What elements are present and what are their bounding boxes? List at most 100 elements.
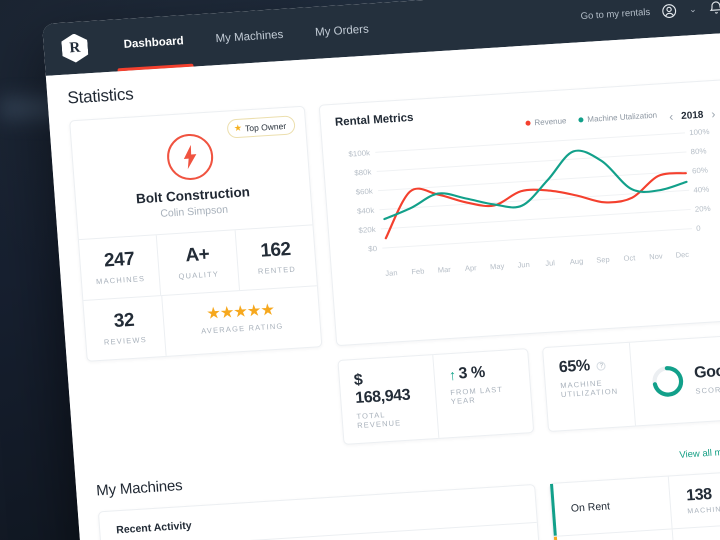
nav-tab-dashboard[interactable]: Dashboard	[106, 14, 202, 72]
x-axis-tick: Jan	[385, 268, 398, 278]
stat-quality-label: QUALITY	[178, 269, 220, 281]
app-logo[interactable]: R	[61, 33, 89, 64]
kpi-row-spacer	[88, 361, 330, 461]
legend-dot-utilization	[578, 117, 584, 123]
help-circle-icon[interactable]: ?	[596, 360, 607, 371]
stat-reviews: 32 REVIEWS	[83, 296, 165, 361]
app-stage: R Dashboard My Machines My Orders Go to …	[0, 0, 720, 540]
view-all-machines-link[interactable]: View all machines	[679, 445, 720, 463]
x-axis-tick: Oct	[623, 253, 636, 263]
series-line-revenue	[384, 172, 687, 240]
chart-y-axis-right: 0 20% 40% 60% 80% 100%	[689, 127, 712, 233]
next-year-button[interactable]: ›	[711, 107, 716, 121]
chart-y-axis-left: $0 $20k $40k $60k $80k $100k	[348, 148, 377, 253]
kpi-from-last-year-number: 3 %	[457, 363, 486, 383]
svg-text:$40k: $40k	[357, 206, 375, 216]
svg-text:20%: 20%	[695, 204, 712, 214]
my-machines-title: My Machines	[95, 477, 183, 500]
bell-icon[interactable]	[707, 0, 720, 17]
stat-rented-label: RENTED	[257, 264, 297, 276]
line-chart: $0 $20k $40k $60k $80k $100k 0 20% 40% 60% 80% 100…	[337, 123, 720, 271]
nav-tab-my-orders[interactable]: My Orders	[297, 3, 386, 60]
legend-label-revenue: Revenue	[534, 116, 567, 128]
top-cards-row: ★ Top Owner Bolt Construction Colin Simp…	[69, 79, 720, 362]
x-axis-tick: May	[489, 261, 505, 272]
x-axis-tick: Feb	[411, 266, 425, 277]
kpi-score-text: Good SCORE	[693, 362, 720, 395]
stat-rented-value: 162	[259, 238, 292, 262]
x-axis-tick: Sep	[595, 254, 610, 265]
chart-svg: $0 $20k $40k $60k $80k $100k 0 20% 40% 60% 80% 100…	[348, 127, 712, 253]
legend-label-utilization: Machine Utalization	[587, 110, 658, 124]
kpi-from-last-year: ↑ 3 % FROM LAST YEAR	[432, 349, 534, 438]
kpi-from-last-year-label: FROM LAST YEAR	[449, 384, 504, 407]
stat-machines: 247 MACHINES	[79, 235, 161, 300]
navbar-right-group: Go to my rentals ⌄	[580, 0, 720, 25]
kpi-total-revenue-value: $ 168,943	[353, 371, 411, 408]
svg-text:100%: 100%	[689, 127, 710, 137]
rental-metrics-card: Rental Metrics Revenue Machine Utalizati…	[318, 79, 720, 347]
svg-text:40%: 40%	[693, 185, 710, 195]
donut-gauge-icon	[652, 366, 683, 397]
stat-reviews-label: REVIEWS	[103, 335, 148, 347]
stat-quality-value: A+	[184, 243, 210, 267]
svg-text:0: 0	[696, 224, 701, 233]
kpi-score: Good SCORE	[628, 335, 720, 426]
stat-quality: A+ QUALITY	[156, 230, 239, 296]
top-owner-badge: ★ Top Owner	[226, 115, 296, 139]
svg-text:80%: 80%	[690, 147, 707, 157]
x-axis-tick: Dec	[675, 249, 690, 260]
kpi-machine-utilization-number: 65%	[558, 357, 591, 377]
app-window: R Dashboard My Machines My Orders Go to …	[42, 0, 720, 540]
machine-status-card: On Rent 138 MACHINES Off Rent 74 MACHINE…	[548, 470, 720, 540]
kpi-machine-utilization: 65% ? MACHINE UTILIZATION	[543, 343, 634, 431]
star-icon: ★	[233, 122, 243, 134]
x-axis-tick: Nov	[648, 251, 663, 262]
x-axis-tick: Mar	[437, 264, 452, 275]
svg-text:$60k: $60k	[355, 187, 373, 197]
kpi-total-revenue: $ 168,943 TOTAL REVENUE	[338, 355, 438, 444]
svg-text:$0: $0	[368, 244, 377, 253]
kpi-cards: $ 168,943 TOTAL REVENUE ↑ 3 % FROM LAST …	[337, 334, 720, 445]
stat-rented: 162 RENTED	[234, 225, 317, 291]
stat-machines-value: 247	[103, 248, 136, 272]
legend-item-revenue: Revenue	[525, 116, 567, 128]
chevron-down-icon[interactable]: ⌄	[689, 3, 697, 14]
user-circle-icon[interactable]	[661, 2, 679, 20]
kpi-score-value: Good	[693, 361, 720, 382]
kpi-total-revenue-label: TOTAL REVENUE	[356, 410, 402, 430]
year-value: 2018	[680, 109, 704, 122]
stat-reviews-value: 32	[113, 309, 135, 333]
x-axis-tick: Jul	[544, 258, 556, 268]
svg-text:$20k: $20k	[358, 225, 376, 235]
legend-dot-revenue	[525, 120, 531, 126]
nav-tab-my-machines[interactable]: My Machines	[198, 8, 301, 66]
legend-item-utilization: Machine Utalization	[578, 111, 657, 125]
svg-text:$80k: $80k	[354, 168, 372, 178]
top-owner-badge-label: Top Owner	[244, 120, 287, 133]
stat-average-rating: ★★★★★ AVERAGE RATING	[161, 286, 322, 356]
logo-hexagon-icon: R	[61, 33, 89, 64]
svg-text:$100k: $100k	[348, 148, 370, 158]
status-count-on-rent-unit: MACHINES	[687, 505, 720, 516]
stat-machines-label: MACHINES	[95, 274, 146, 287]
chart-title: Rental Metrics	[334, 111, 414, 129]
prev-year-button[interactable]: ‹	[669, 110, 674, 124]
year-picker: ‹ 2018 ›	[668, 93, 716, 124]
revenue-kpi-card: $ 168,943 TOTAL REVENUE ↑ 3 % FROM LAST …	[337, 348, 535, 445]
svg-text:60%: 60%	[692, 166, 709, 176]
page-content: Statistics ★ Top Owner Bolt Construction…	[45, 31, 720, 540]
kpi-machine-utilization-label: MACHINE UTILIZATION	[559, 378, 619, 400]
x-axis-tick: Jun	[517, 259, 531, 270]
status-count-on-rent-value: 138	[685, 485, 713, 505]
status-name-on-rent: On Rent	[570, 500, 611, 515]
kpi-from-last-year-value: ↑ 3 %	[448, 362, 515, 384]
go-to-my-rentals-link[interactable]: Go to my rentals	[580, 6, 650, 21]
arrow-up-icon: ↑	[448, 366, 457, 384]
x-axis-tick: Aug	[569, 256, 584, 267]
status-count-off-rent-value: 74	[689, 535, 720, 540]
utilization-kpi-card: 65% ? MACHINE UTILIZATION Good SCORE	[542, 334, 720, 432]
x-axis-tick: Apr	[464, 263, 477, 273]
lightning-bolt-icon	[165, 132, 215, 182]
owner-profile-card: ★ Top Owner Bolt Construction Colin Simp…	[69, 105, 323, 362]
